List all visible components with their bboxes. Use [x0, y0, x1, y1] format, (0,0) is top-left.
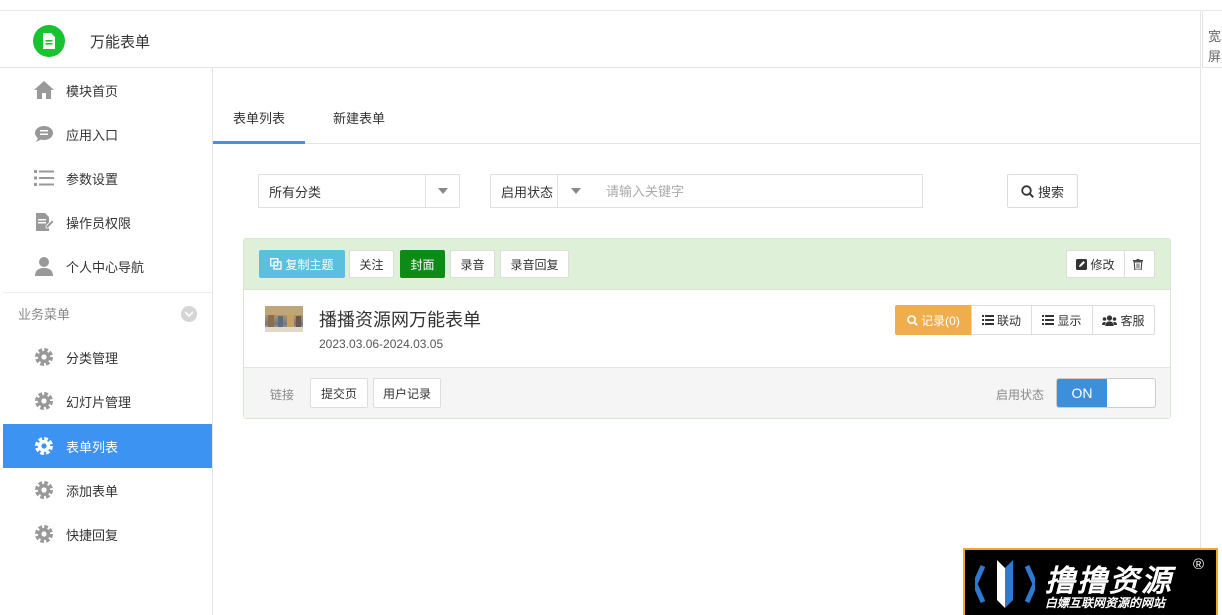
gear-icon — [33, 523, 55, 545]
search-icon — [907, 314, 918, 326]
delete-button[interactable] — [1124, 250, 1155, 278]
list-icon — [33, 167, 55, 189]
search-icon — [1021, 184, 1034, 198]
status-select-value: 启用状态 — [501, 184, 554, 200]
customer-service-button[interactable]: 客服 — [1092, 305, 1155, 335]
user-records-button[interactable]: 用户记录 — [373, 378, 441, 408]
tab-form-list[interactable]: 表单列表 — [213, 98, 306, 144]
sidebar-item-add-form[interactable]: 添加表单 — [3, 468, 212, 512]
edit-button[interactable]: 修改 — [1066, 250, 1125, 278]
sidebar-item-param-settings[interactable]: 参数设置 — [3, 156, 212, 200]
sidebar-item-label: 个人中心导航 — [66, 259, 145, 275]
user-icon — [33, 255, 55, 277]
sidebar-item-label: 应用入口 — [66, 127, 119, 143]
copy-theme-label: 复制主题 — [285, 257, 334, 272]
status-select[interactable]: 启用状态 — [490, 174, 594, 208]
form-date-range: 2023.03.06-2024.03.05 — [319, 337, 444, 351]
audio-reply-button[interactable]: 录音回复 — [500, 250, 569, 278]
submit-page-button[interactable]: 提交页 — [310, 378, 368, 408]
sidebar-item-quick-reply[interactable]: 快捷回复 — [3, 512, 212, 556]
linkage-button[interactable]: 联动 — [971, 305, 1032, 335]
service-label: 客服 — [1120, 313, 1145, 328]
watermark-badge: 撸撸资源 ® 白嫖互联网资源的网站 — [963, 548, 1218, 615]
follow-button[interactable]: 关注 — [349, 250, 394, 278]
status-toggle[interactable]: ON — [1056, 378, 1156, 408]
status-toggle-on: ON — [1057, 379, 1107, 407]
sidebar-item-label: 参数设置 — [66, 171, 119, 187]
top-header: 万能表单 — [0, 10, 1200, 68]
sidebar-item-label: 添加表单 — [66, 483, 119, 499]
sidebar-group-business-menu[interactable]: 业务菜单 — [3, 292, 212, 334]
gear-icon — [33, 390, 55, 412]
sidebar-item-label: 表单列表 — [66, 439, 119, 455]
sidebar-item-personal-center-nav[interactable]: 个人中心导航 — [3, 244, 212, 288]
category-select-value: 所有分类 — [269, 184, 322, 200]
sidebar-item-label: 快捷回复 — [66, 527, 119, 543]
home-icon — [33, 79, 55, 101]
form-card-header: 复制主题 关注 封面 录音 录音回复 修改 — [244, 239, 1170, 290]
chevron-down-icon — [181, 306, 197, 322]
sidebar: 模块首页 应用入口 参数设置 操作员权限 个人中心导航 业务菜单 分类管理 幻灯… — [3, 68, 213, 615]
registered-mark: ® — [1193, 556, 1205, 573]
edit-label: 修改 — [1090, 257, 1115, 272]
form-name[interactable]: 播播资源网万能表单 — [319, 306, 481, 332]
document-edit-icon — [33, 211, 55, 233]
display-button[interactable]: 显示 — [1031, 305, 1093, 335]
form-card: 复制主题 关注 封面 录音 录音回复 修改 播播资源网万能表单 2023.03.… — [243, 238, 1171, 419]
form-app-icon — [33, 25, 65, 57]
form-thumbnail-image — [265, 306, 303, 332]
copy-theme-button[interactable]: 复制主题 — [259, 250, 345, 278]
keyword-search-input[interactable] — [593, 174, 923, 208]
watermark-logo — [975, 560, 1035, 608]
trash-icon — [1133, 258, 1143, 270]
records-label: 记录(0) — [921, 313, 960, 328]
display-label: 显示 — [1057, 313, 1082, 328]
watermark-subtitle: 白嫖互联网资源的网站 — [1045, 596, 1166, 610]
search-button-label: 搜索 — [1037, 184, 1064, 200]
category-select[interactable]: 所有分类 — [258, 174, 460, 208]
list-icon — [1042, 315, 1055, 325]
cover-button[interactable]: 封面 — [400, 250, 445, 278]
linkage-label: 联动 — [996, 313, 1021, 328]
sidebar-item-label: 模块首页 — [66, 83, 119, 99]
wide-screen-button[interactable]: 宽屏 — [1202, 10, 1222, 68]
gear-icon — [33, 479, 55, 501]
sidebar-item-module-home[interactable]: 模块首页 — [3, 68, 212, 112]
list-icon — [981, 315, 994, 325]
sidebar-item-slideshow-management[interactable]: 幻灯片管理 — [3, 379, 212, 423]
status-label: 启用状态 — [996, 388, 1045, 402]
sidebar-group-label: 业务菜单 — [18, 307, 71, 322]
sidebar-item-operator-permissions[interactable]: 操作员权限 — [3, 200, 212, 244]
dropdown-arrow-icon — [425, 175, 459, 207]
records-button[interactable]: 记录(0) — [895, 305, 972, 335]
sidebar-item-category-management[interactable]: 分类管理 — [3, 335, 212, 379]
chat-bubble-icon — [33, 123, 55, 145]
dropdown-arrow-icon — [557, 175, 593, 207]
record-audio-button[interactable]: 录音 — [450, 250, 495, 278]
search-button[interactable]: 搜索 — [1007, 174, 1078, 208]
sidebar-item-label: 操作员权限 — [66, 215, 132, 231]
link-label: 链接 — [270, 388, 295, 402]
sidebar-item-form-list[interactable]: 表单列表 — [3, 424, 212, 468]
app-title: 万能表单 — [90, 34, 151, 51]
right-edge-strip — [1200, 10, 1222, 615]
edit-icon — [1076, 258, 1088, 270]
form-card-footer: 链接 提交页 用户记录 启用状态 ON — [244, 367, 1170, 418]
gear-icon — [33, 435, 55, 457]
sidebar-item-label: 幻灯片管理 — [66, 394, 132, 410]
tab-new-form[interactable]: 新建表单 — [313, 98, 405, 144]
copy-icon — [270, 258, 283, 270]
tab-bar: 表单列表 新建表单 — [213, 98, 1200, 144]
gear-icon — [33, 346, 55, 368]
users-icon — [1102, 314, 1118, 326]
sidebar-item-app-entry[interactable]: 应用入口 — [3, 112, 212, 156]
sidebar-item-label: 分类管理 — [66, 350, 119, 366]
